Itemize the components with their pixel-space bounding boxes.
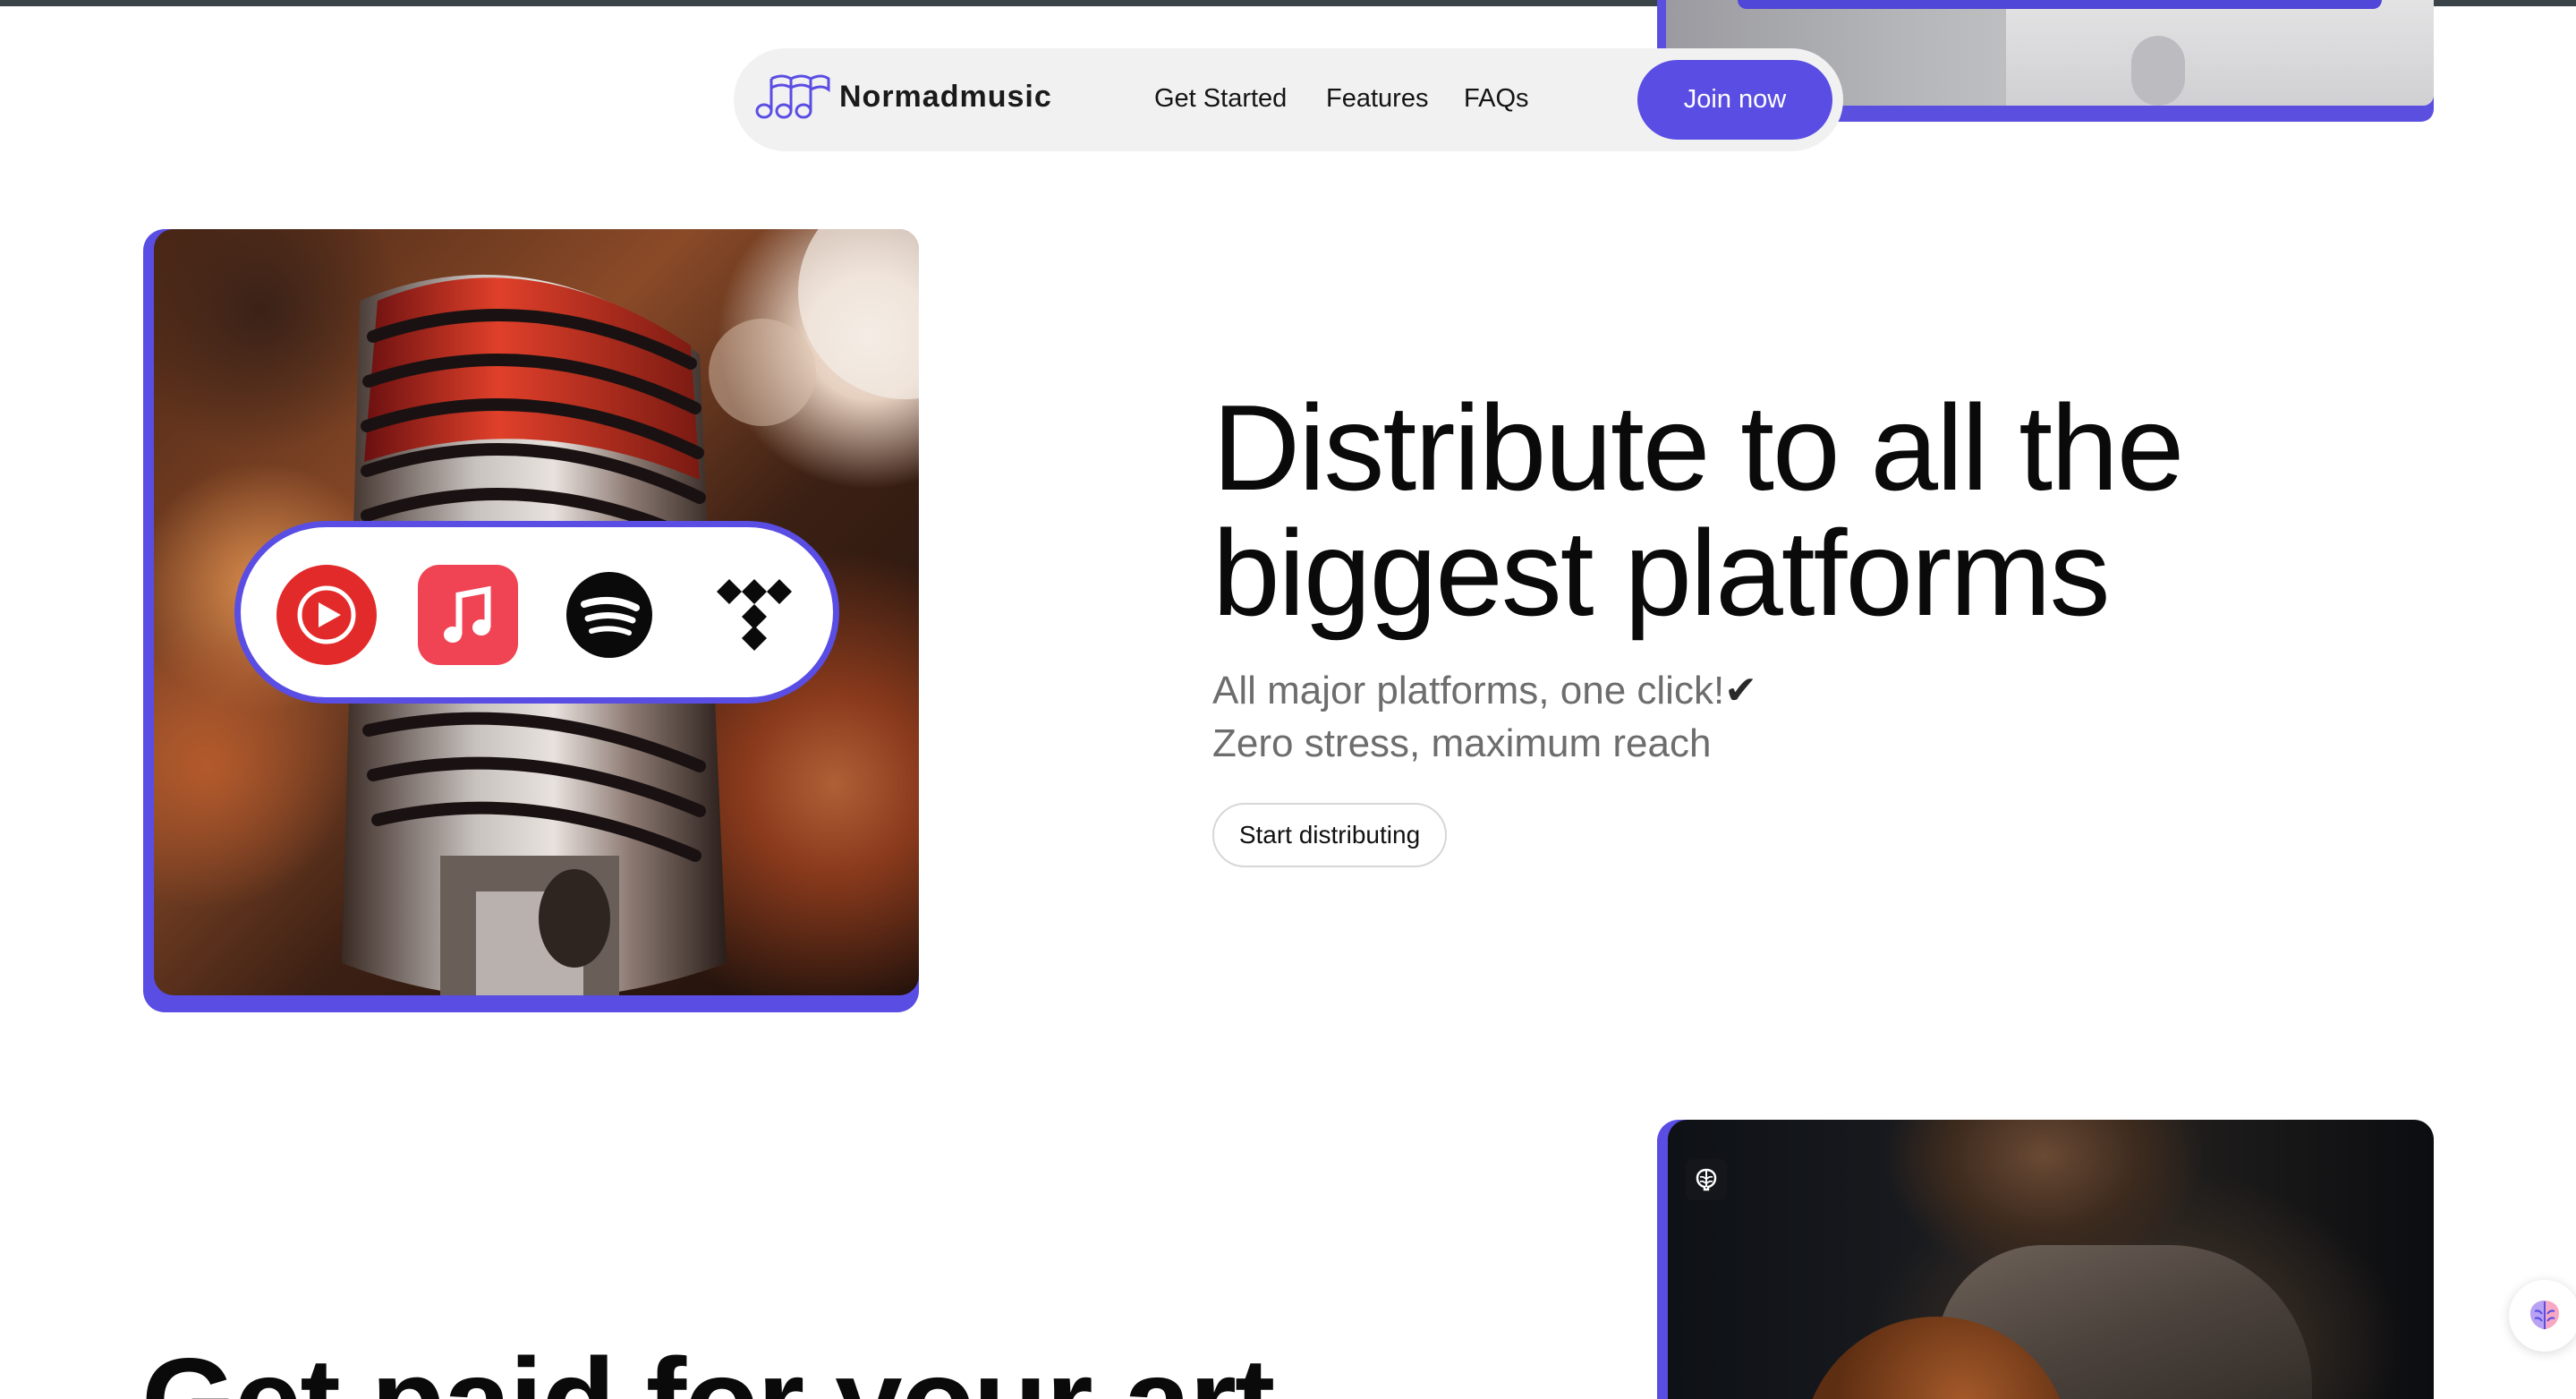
nav-link-get-started[interactable]: Get Started — [1154, 84, 1287, 114]
logo-icon[interactable] — [755, 72, 832, 124]
platform-icons-pill — [234, 521, 839, 704]
tidal-icon — [717, 579, 792, 651]
photo-detail — [2131, 36, 2185, 106]
navbar: Normadmusic Get Started Features FAQs Jo… — [734, 48, 1843, 151]
card-accent-bar — [1738, 0, 2382, 9]
start-distributing-button[interactable]: Start distributing — [1212, 803, 1447, 867]
hero-subtitle-line-2: Zero stress, maximum reach — [1212, 721, 1712, 765]
nav-link-features[interactable]: Features — [1326, 84, 1428, 114]
hero-title-line-1: Distribute to all the — [1212, 380, 2184, 516]
section-title-get-paid: Get paid for your art — [141, 1334, 1275, 1399]
spotify-icon — [566, 572, 652, 658]
photo-detail — [2006, 0, 2434, 106]
assistant-widget-button[interactable] — [2509, 1280, 2576, 1352]
nav-link-faqs[interactable]: FAQs — [1464, 84, 1529, 114]
hero-title: Distribute to all the biggest platforms — [1212, 385, 2286, 636]
brain-icon — [2530, 1301, 2559, 1329]
apple-music-icon — [418, 565, 518, 665]
guitarist-photo — [1668, 1120, 2434, 1399]
youtube-music-icon — [276, 565, 377, 665]
brain-icon — [1686, 1159, 1727, 1200]
hero-subtitle-line-1: All major platforms, one click! — [1212, 669, 1725, 712]
brand-name[interactable]: Normadmusic — [839, 80, 1052, 115]
join-now-button[interactable]: Join now — [1637, 60, 1832, 140]
hero-subtitle: All major platforms, one click!✔ Zero st… — [1212, 664, 1757, 770]
check-icon: ✔ — [1724, 669, 1758, 712]
hero-title-line-2: biggest platforms — [1212, 505, 2111, 641]
